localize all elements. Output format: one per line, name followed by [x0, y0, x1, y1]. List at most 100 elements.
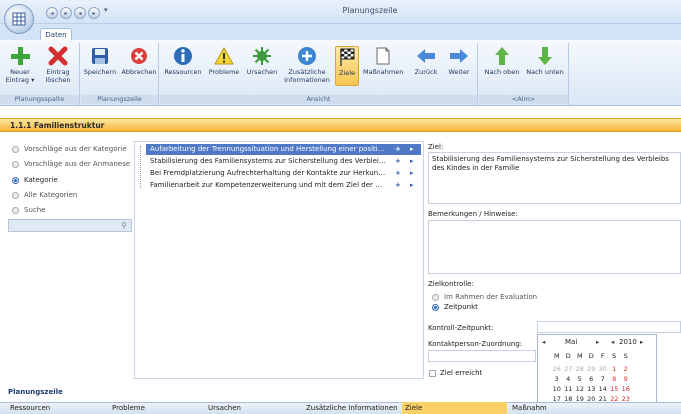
column-ursachen[interactable]: Ursachen [208, 404, 241, 412]
option-label: Im Rahmen der Evaluation [444, 293, 538, 301]
list-item[interactable]: Stabilisierung des Familiensystems zur S… [146, 156, 421, 167]
add-icon[interactable]: + [395, 168, 401, 179]
zielkontrolle-label: Zielkontrolle: [428, 280, 474, 288]
next-month-icon[interactable]: ▸ [596, 338, 599, 346]
checkered-flag-icon [340, 48, 355, 66]
massnahmen-button[interactable]: Maßnahmen [363, 46, 403, 76]
eintrag-loeschen-button[interactable]: Eintrag löschen [40, 46, 76, 84]
nach-unten-button[interactable]: Nach unten [523, 46, 567, 76]
calendar-week[interactable]: 26 27 28 29 30 1 2 [551, 365, 632, 373]
customize-quick-access-icon[interactable]: ▾ [104, 6, 108, 14]
arrow-down-icon [538, 47, 552, 65]
kontaktperson-field[interactable] [428, 350, 536, 362]
tree-connector [140, 146, 141, 188]
application-menu-button[interactable] [4, 4, 34, 34]
probleme-button[interactable]: Probleme [206, 46, 242, 76]
filter-label: Vorschläge aus der Anmanese [24, 160, 131, 168]
weiter-label: Weiter [448, 68, 470, 76]
column-probleme[interactable]: Probleme [112, 404, 145, 412]
ziel-erreicht-label: Ziel erreicht [440, 369, 483, 377]
search-input[interactable]: ⚲ [8, 219, 132, 232]
expand-arrow-icon[interactable]: ▸ [410, 180, 414, 191]
add-icon[interactable]: + [395, 156, 401, 167]
kontroll-zeitpunkt-field[interactable] [537, 321, 681, 333]
zurueck-button[interactable]: Zurück [412, 46, 440, 76]
neuer-eintrag-button[interactable]: Neuer Eintrag ▾ [2, 46, 38, 84]
speichern-button[interactable]: Speichern [81, 46, 119, 76]
filter-vorschlaege-kategorie[interactable]: Vorschläge aus der Kategorie [12, 145, 127, 153]
radio-icon [12, 191, 19, 199]
column-massnahmen[interactable]: Maßnahm [512, 404, 547, 412]
quick-back-icon[interactable]: ◂ [46, 7, 58, 19]
calendar-year: 2010 [619, 338, 637, 346]
column-zusaetzliche-informationen[interactable]: Zusätzliche Informationen [306, 404, 398, 412]
virus-icon [253, 47, 271, 65]
ziel-textarea[interactable]: Stabilisierung des Familiensystems zur S… [428, 152, 681, 204]
zusaetzliche-informationen-button[interactable]: Zusätzliche Informationen [282, 46, 332, 84]
save-disk-icon [92, 48, 108, 64]
search-icon[interactable]: ⚲ [121, 221, 127, 230]
radio-icon [12, 160, 19, 168]
filter-kategorie[interactable]: Kategorie [12, 176, 58, 184]
option-im-rahmen-der-evaluation[interactable]: Im Rahmen der Evaluation [432, 293, 537, 301]
radio-selected-icon [432, 303, 439, 311]
ribbon-group-alm: Nach oben Nach unten <Alm> [479, 43, 569, 105]
prev-year-icon[interactable]: ◂ [611, 338, 614, 346]
app-grid-icon [12, 12, 26, 26]
filter-label: Vorschläge aus der Kategorie [24, 145, 127, 153]
info-plus-icon [298, 47, 316, 65]
ribbon-group-planungsspalte: Neuer Eintrag ▾ Eintrag löschen Planungs… [0, 43, 80, 105]
expand-arrow-icon[interactable]: ▸ [410, 168, 414, 179]
section-title: 1.1.1 Familienstruktur [10, 121, 105, 130]
list-item[interactable]: Familienarbeit zur Kompetenzerweiterung … [146, 180, 421, 191]
filter-suche[interactable]: Suche [12, 206, 45, 214]
filter-label: Alle Kategorien [24, 191, 78, 199]
expand-arrow-icon[interactable]: ▸ [410, 156, 414, 167]
filter-label: Suche [24, 206, 46, 214]
filter-alle-kategorien[interactable]: Alle Kategorien [12, 191, 77, 199]
calendar-week[interactable]: 3456789 [551, 375, 632, 383]
expand-arrow-icon[interactable]: ▸ [410, 144, 414, 155]
radio-icon [12, 145, 19, 153]
add-icon[interactable]: + [395, 144, 401, 155]
info-icon [174, 47, 192, 65]
calendar-week[interactable]: 10 11 12 13 14 15 16 [551, 385, 632, 393]
ursachen-button[interactable]: Ursachen [244, 46, 280, 76]
quick-up-icon[interactable]: ◂ [74, 7, 86, 19]
ursachen-label: Ursachen [246, 68, 278, 76]
group-label-alm: <Alm> [479, 95, 568, 104]
window-title: Planungszeile [342, 6, 398, 15]
radio-icon [432, 293, 439, 301]
ziele-label: Ziele [338, 69, 356, 77]
list-item[interactable]: Bei Fremdplatzierung Aufrechterhaltung d… [146, 168, 421, 179]
cancel-icon [131, 48, 147, 64]
list-item[interactable]: Aufarbeitung der Trennungssituation und … [146, 144, 421, 155]
group-label-planungsspalte: Planungsspalte [0, 95, 79, 104]
weiter-button[interactable]: Weiter [444, 46, 474, 76]
column-ziele[interactable]: Ziele [402, 402, 507, 414]
add-icon[interactable]: + [395, 180, 401, 191]
quick-forward-icon[interactable]: ▸ [60, 7, 72, 19]
ribbon-group-ansicht: Ressourcen Probleme Ursachen Zusätzliche… [160, 43, 478, 105]
group-label-ansicht: Ansicht [160, 95, 477, 104]
zusaetzliche-informationen-label: Zusätzliche Informationen [284, 68, 330, 84]
filter-vorschlaege-anamnese[interactable]: Vorschläge aus der Anmanese [12, 160, 130, 168]
eintrag-loeschen-label: Eintrag löschen [45, 68, 71, 84]
column-ressourcen[interactable]: Ressourcen [10, 404, 50, 412]
ziele-button[interactable]: Ziele [335, 46, 359, 86]
probleme-label: Probleme [208, 68, 240, 76]
abbrechen-button[interactable]: Abbrechen [119, 46, 159, 76]
zurueck-label: Zurück [414, 68, 438, 76]
tab-row [0, 24, 681, 40]
ressourcen-button[interactable]: Ressourcen [162, 46, 204, 76]
next-year-icon[interactable]: ▸ [640, 338, 643, 346]
prev-month-icon[interactable]: ◂ [542, 338, 545, 346]
option-zeitpunkt[interactable]: Zeitpunkt [432, 303, 478, 311]
bottom-title: Planungszeile [8, 388, 63, 396]
ziel-erreicht-checkbox[interactable] [429, 370, 436, 377]
ziel-label: Ziel: [428, 143, 444, 151]
quick-down-icon[interactable]: ▸ [88, 7, 100, 19]
bemerkungen-textarea[interactable] [428, 220, 681, 274]
nach-oben-button[interactable]: Nach oben [481, 46, 523, 76]
arrow-left-icon [417, 49, 435, 63]
